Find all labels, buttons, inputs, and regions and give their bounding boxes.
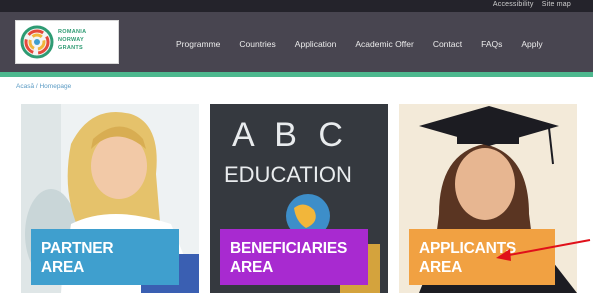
- tile-label-line: AREA: [230, 259, 274, 276]
- logo-text-line: ROMANIA: [58, 29, 87, 35]
- logo-text: ROMANIA NORWAY GRANTS: [58, 28, 116, 52]
- logo-text-line: GRANTS: [58, 45, 84, 51]
- top-links: Accessibility Site map: [487, 1, 571, 8]
- main-nav: Programme Countries Application Academic…: [176, 37, 543, 51]
- nav-item-apply[interactable]: Apply: [521, 39, 542, 49]
- logo-text-line: NORWAY: [58, 37, 84, 43]
- nav-item-application[interactable]: Application: [295, 39, 337, 49]
- nav-item-programme[interactable]: Programme: [176, 39, 220, 49]
- beneficiaries-area-label[interactable]: BENEFICIARIES AREA: [220, 229, 368, 285]
- top-link-sitemap[interactable]: Site map: [542, 1, 571, 8]
- site-logo[interactable]: ROMANIA NORWAY GRANTS: [15, 20, 119, 64]
- beneficiaries-area-tile[interactable]: A B C EDUCATION BENEFICIARIES AREA: [210, 104, 388, 293]
- nav-item-faqs[interactable]: FAQs: [481, 39, 502, 49]
- partner-area-label[interactable]: PARTNER AREA: [31, 229, 179, 285]
- nav-item-academic-offer[interactable]: Academic Offer: [355, 39, 413, 49]
- applicants-area-tile[interactable]: APPLICANTS AREA: [399, 104, 577, 293]
- top-strip: Accessibility Site map: [0, 0, 593, 12]
- site-header: ROMANIA NORWAY GRANTS Programme Countrie…: [0, 12, 593, 72]
- tile-label-line: PARTNER: [41, 240, 114, 257]
- tile-label-line: BENEFICIARIES: [230, 240, 348, 257]
- nav-item-countries[interactable]: Countries: [239, 39, 275, 49]
- chalk-education-text: EDUCATION: [224, 162, 352, 187]
- chalk-abc-text: A B C: [232, 116, 349, 154]
- breadcrumb[interactable]: Acasă / Homepage: [16, 83, 71, 90]
- partner-area-tile[interactable]: PARTNER AREA: [21, 104, 199, 293]
- nav-item-contact[interactable]: Contact: [433, 39, 462, 49]
- accent-bar: [0, 72, 593, 77]
- logo-circle-icon: [20, 25, 54, 59]
- red-arrow-icon: [496, 239, 591, 261]
- tile-label-line: AREA: [41, 259, 85, 276]
- top-link-accessibility[interactable]: Accessibility: [493, 1, 534, 8]
